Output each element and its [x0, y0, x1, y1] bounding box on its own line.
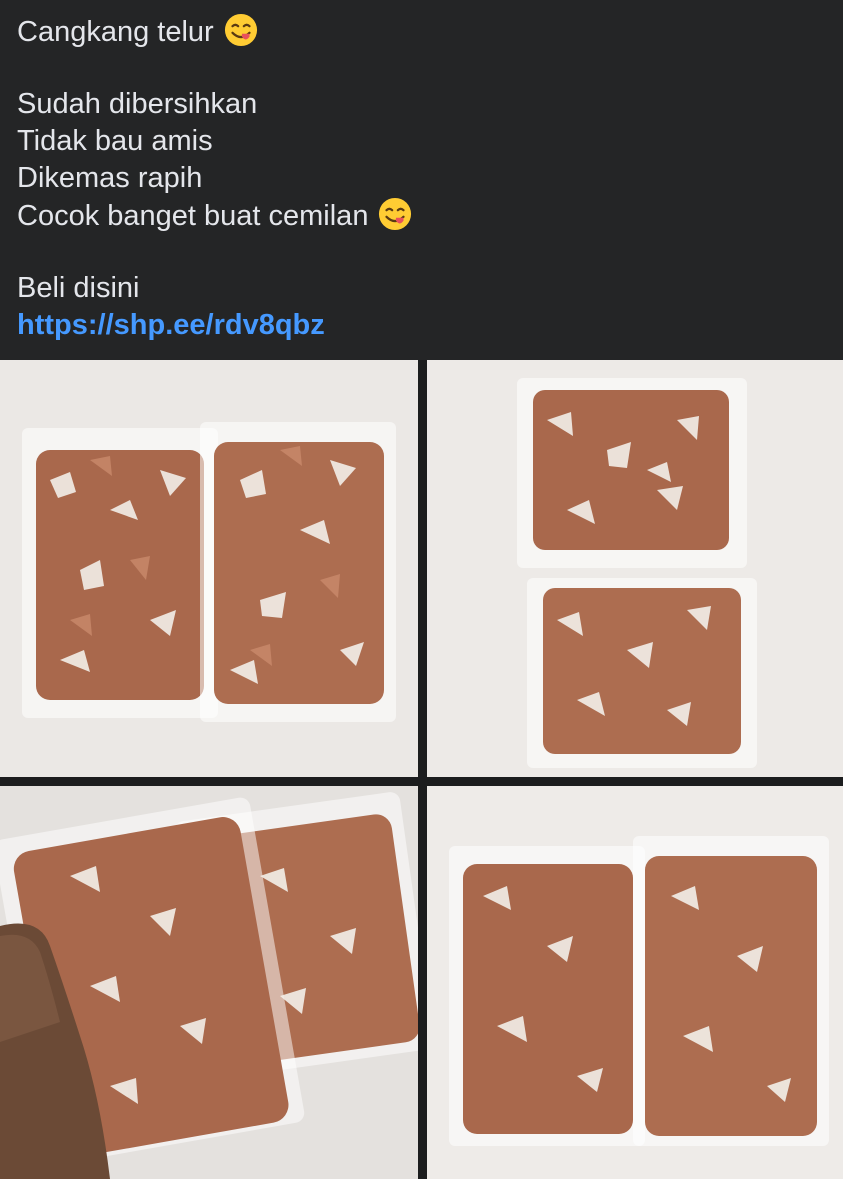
- photo-3[interactable]: [0, 786, 418, 1179]
- post-text-area: Cangkang telur Sudah dibersihkan Tidak b…: [0, 0, 843, 360]
- savoring-food-emoji-icon: [379, 197, 412, 231]
- post-line-5: Cocok banget buat cemilan: [17, 200, 369, 232]
- post-line-4: Dikemas rapih: [17, 162, 203, 194]
- eggshell-bags-illustration: [0, 786, 418, 1179]
- photo-4[interactable]: [427, 786, 843, 1179]
- post-line-3: Tidak bau amis: [17, 125, 213, 157]
- shop-link[interactable]: https://shp.ee/rdv8qbz: [17, 307, 325, 343]
- post-title-line: Cangkang telur: [17, 13, 258, 50]
- eggshell-bags-illustration: [0, 360, 418, 777]
- post-line-5-with-emoji: Cocok banget buat cemilan: [17, 197, 412, 234]
- savoring-food-emoji-icon: [224, 13, 257, 47]
- photo-grid: [0, 360, 843, 1179]
- post-line-2: Sudah dibersihkan: [17, 88, 258, 120]
- post-line-1: Cangkang telur: [17, 16, 214, 48]
- eggshell-bags-illustration: [427, 786, 843, 1179]
- photo-1[interactable]: [0, 360, 418, 777]
- eggshell-bags-illustration: [427, 360, 843, 777]
- photo-2[interactable]: [427, 360, 843, 777]
- post-line-6: Beli disini: [17, 272, 140, 304]
